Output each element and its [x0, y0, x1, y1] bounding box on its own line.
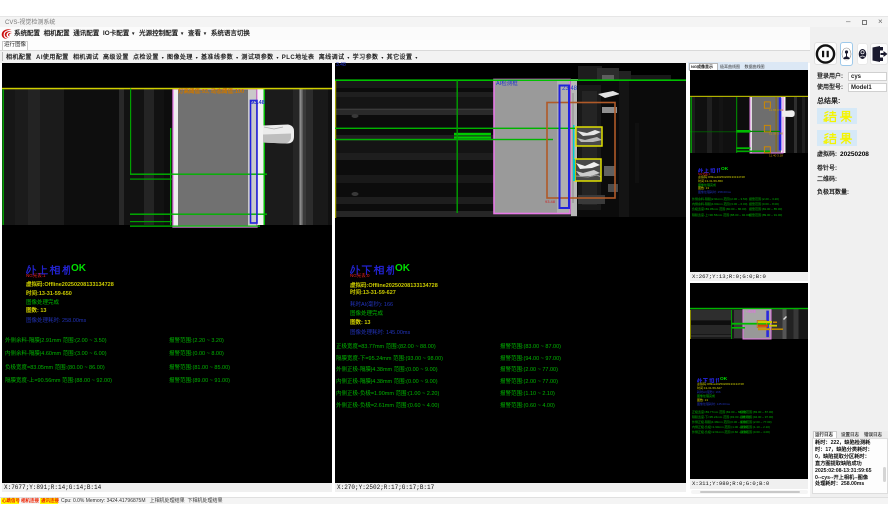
svg-text:AI检测框: AI检测框	[746, 310, 757, 314]
svg-text:11.38 3.48: 11.38 3.48	[769, 132, 783, 136]
svg-text:11.65 3.91: 11.65 3.91	[769, 108, 783, 112]
svg-text:11.40 3.18: 11.40 3.18	[769, 154, 783, 158]
